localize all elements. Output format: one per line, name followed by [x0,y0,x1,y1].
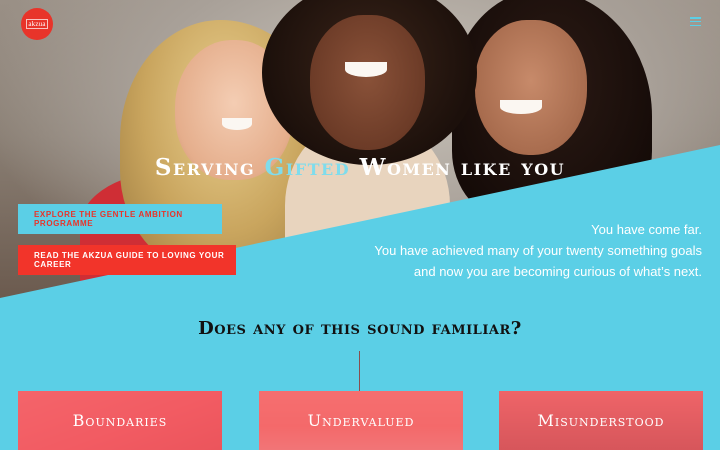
logo-text: akzua [26,19,48,29]
menu-line [690,17,701,19]
akzua-logo[interactable]: akzua [21,8,53,40]
hero-title-pre: Serving [154,154,265,181]
hero-title-post: Women like you [350,154,566,181]
card-boundaries[interactable]: Boundaries [18,391,222,450]
menu-line [690,20,701,23]
intro-line: You have come far. [591,222,702,237]
hero-title: Serving Gifted Women like you [0,154,720,181]
hamburger-menu-icon[interactable] [690,17,701,26]
card-undervalued[interactable]: Undervalued [259,391,463,450]
menu-line [690,24,701,26]
card-label: Boundaries [72,411,168,430]
card-label: Undervalued [307,411,415,430]
hero-title-accent: Gifted [264,154,351,181]
intro-line: and now you are becoming curious of what… [413,264,702,279]
card-label: Misunderstood [537,411,665,430]
explore-programme-button[interactable]: Explore the Gentle Ambition Programme [18,204,222,234]
familiar-section-title: Does any of this sound familiar? [198,318,522,339]
section-divider-line [359,351,360,391]
intro-line: You have achieved many of your twenty so… [374,243,702,258]
hero-intro: You have come far. You have achieved man… [374,219,702,282]
card-misunderstood[interactable]: Misunderstood [499,391,703,450]
read-guide-button[interactable]: Read the Akzua Guide to Loving Your Care… [18,245,236,275]
